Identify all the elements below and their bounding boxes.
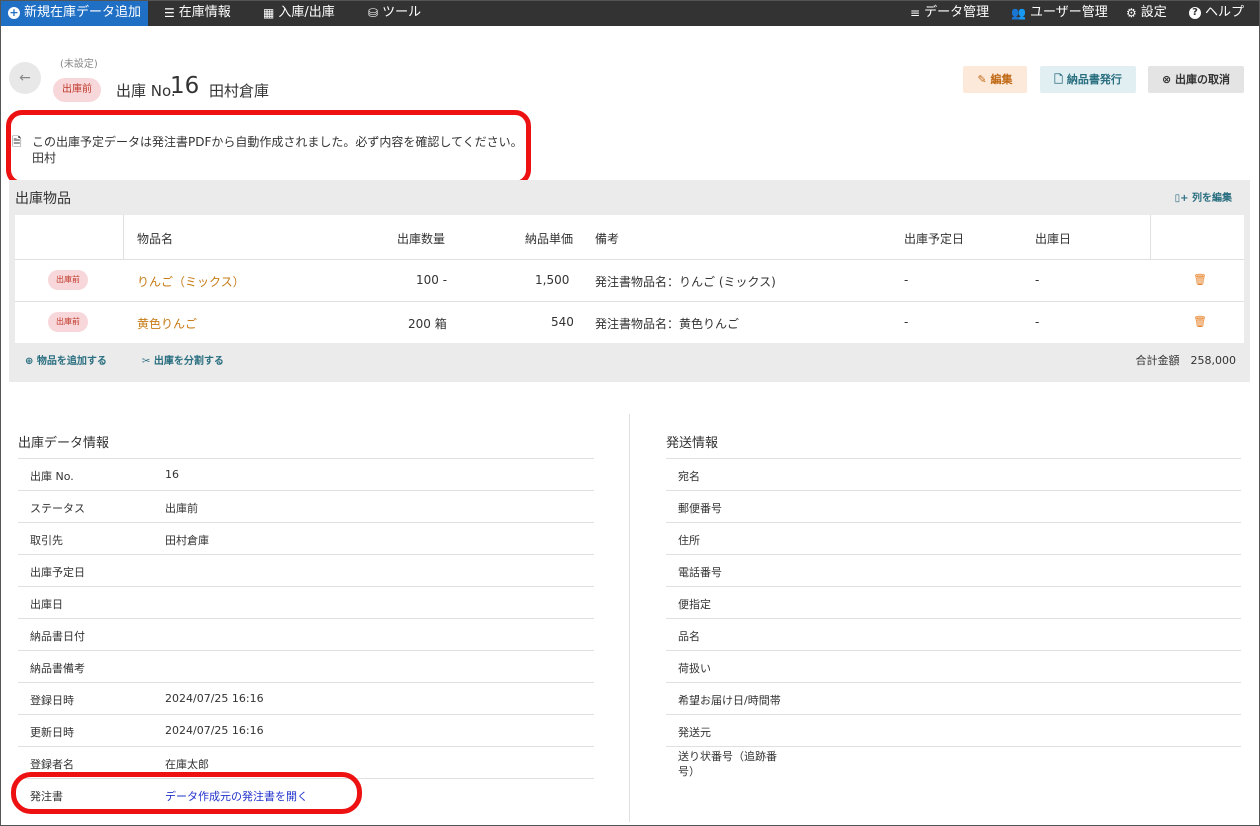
info-row: 出庫 No. 16 <box>18 458 594 490</box>
nav-inout[interactable]: ▦ 入庫/出庫 <box>263 0 335 26</box>
info-row: 住所 <box>666 522 1241 554</box>
item-note: 発注書物品名：黄色りんご <box>595 317 740 331</box>
shipping-info-title: 発送情報 <box>666 436 719 451</box>
document-icon: 🗋 <box>1054 73 1063 86</box>
split-outbound-button[interactable]: ✂ 出庫を分割する <box>142 352 224 367</box>
item-price: 540 <box>551 315 574 329</box>
row-status-badge: 出庫前 <box>48 312 88 332</box>
info-row: 更新日時 2024/07/25 16:16 <box>18 714 594 746</box>
info-row: 宛名 <box>666 458 1241 490</box>
close-circle-icon: ⊗ <box>1161 73 1172 86</box>
item-qty: 200 箱 <box>408 317 447 331</box>
edit-button[interactable]: ✎ 編集 <box>963 66 1027 93</box>
plus-circle-icon: ⊕ <box>25 356 34 367</box>
columns-plus-icon: ▯+ <box>1174 193 1189 204</box>
nav-new-data[interactable]: + 新規在庫データ追加 <box>0 0 148 26</box>
info-row: 送り状番号（追跡番号） <box>666 746 1241 786</box>
section-divider <box>629 414 630 822</box>
pencil-icon: ✎ <box>977 73 987 86</box>
trash-icon[interactable]: 🗑 <box>1193 273 1207 286</box>
back-button[interactable]: ← <box>9 62 41 94</box>
page-title-partner: 田村倉庫 <box>209 82 270 100</box>
info-row: 発注書 データ作成元の発注書を開く <box>18 778 594 810</box>
items-title: 出庫物品 <box>15 191 71 207</box>
open-source-po-link[interactable]: データ作成元の発注書を開く <box>165 788 308 804</box>
total-amount: 合計金額 258,000 <box>1135 354 1237 367</box>
info-row: 希望お届け日/時間帯 <box>666 682 1241 714</box>
col-header-date: 出庫日 <box>1035 232 1072 246</box>
question-circle-icon: ? <box>1189 7 1201 19</box>
top-nav: + 新規在庫データ追加 ☰ 在庫情報 ▦ 入庫/出庫 ⛁ ツール ≡ データ管理… <box>0 0 1260 26</box>
item-note: 発注書物品名：りんご (ミックス) <box>595 275 776 289</box>
info-row: 出庫日 <box>18 586 594 618</box>
row-divider <box>15 259 1244 260</box>
col-header-note: 備考 <box>595 232 620 246</box>
scissors-icon: ✂ <box>142 356 151 367</box>
col-header-price: 納品単価 <box>525 232 574 246</box>
item-qty: 100 - <box>416 273 448 287</box>
nav-help[interactable]: ? ヘルプ <box>1189 0 1244 26</box>
plus-circle-icon: + <box>8 6 20 19</box>
arrow-left-icon: ← <box>19 70 31 86</box>
page-title-number: 16 <box>170 73 200 99</box>
issue-delivery-slip-button[interactable]: 🗋 納品書発行 <box>1040 66 1136 93</box>
col-divider <box>123 215 124 259</box>
info-row: 登録日時 2024/07/25 16:16 <box>18 682 594 714</box>
cancel-outbound-button[interactable]: ⊗ 出庫の取消 <box>1148 66 1244 93</box>
gear-icon: ⚙ <box>1126 6 1137 20</box>
col-divider <box>1150 215 1151 259</box>
info-row: 納品書日付 <box>18 618 594 650</box>
nav-user-management[interactable]: 👥 ユーザー管理 <box>1011 0 1108 26</box>
item-date: - <box>1035 315 1040 329</box>
info-row: 納品書備考 <box>18 650 594 682</box>
info-row: 荷扱い <box>666 650 1241 682</box>
row-divider <box>15 301 1244 302</box>
item-planned-date: - <box>904 273 909 287</box>
nav-data-management[interactable]: ≡ データ管理 <box>910 0 989 26</box>
item-planned-date: - <box>904 315 909 329</box>
edit-columns-button[interactable]: ▯+ 列を編集 <box>1175 189 1232 204</box>
nav-tools[interactable]: ⛁ ツール <box>368 0 421 26</box>
item-price: 1,500 <box>535 273 570 287</box>
page-title-prefix: 出庫 No. <box>116 82 176 100</box>
outbound-info-title: 出庫データ情報 <box>18 436 110 451</box>
nav-settings[interactable]: ⚙ 設定 <box>1126 0 1167 26</box>
info-row: 出庫予定日 <box>18 554 594 586</box>
trash-icon[interactable]: 🗑 <box>1193 315 1207 328</box>
info-row: 登録者名 在庫太郎 <box>18 746 594 778</box>
users-icon: 👥 <box>1011 6 1026 20</box>
col-header-planned: 出庫予定日 <box>904 232 965 246</box>
info-row: 電話番号 <box>666 554 1241 586</box>
nav-inventory[interactable]: ☰ 在庫情報 <box>164 0 231 26</box>
item-name-link[interactable]: りんご（ミックス） <box>137 273 245 290</box>
row-status-badge: 出庫前 <box>48 270 88 290</box>
info-row: 発送元 <box>666 714 1241 746</box>
items-panel: 出庫物品 ▯+ 列を編集 物品名 出庫数量 納品単価 備考 出庫予定日 出庫日 … <box>9 180 1250 382</box>
toolbox-icon: ⛁ <box>368 6 379 20</box>
list-icon: ☰ <box>164 6 175 20</box>
add-item-button[interactable]: ⊕ 物品を追加する <box>25 352 107 367</box>
info-row: 品名 <box>666 618 1241 650</box>
items-table: 物品名 出庫数量 納品単価 備考 出庫予定日 出庫日 出庫前 りんご（ミックス）… <box>15 215 1244 343</box>
item-date: - <box>1035 273 1040 287</box>
col-header-name: 物品名 <box>137 232 174 246</box>
info-row: 取引先 田村倉庫 <box>18 522 594 554</box>
info-row: 便指定 <box>666 586 1241 618</box>
status-badge: 出庫前 <box>53 78 101 102</box>
filter-list-icon: ≡ <box>910 6 921 20</box>
unset-label: (未設定) <box>60 59 98 70</box>
col-header-qty: 出庫数量 <box>397 232 446 246</box>
info-row: ステータス 出庫前 <box>18 490 594 522</box>
document-icon: 🗎 <box>12 135 22 149</box>
boxes-icon: ▦ <box>263 6 275 20</box>
item-name-link[interactable]: 黄色りんご <box>137 315 197 332</box>
info-row: 郵便番号 <box>666 490 1241 522</box>
